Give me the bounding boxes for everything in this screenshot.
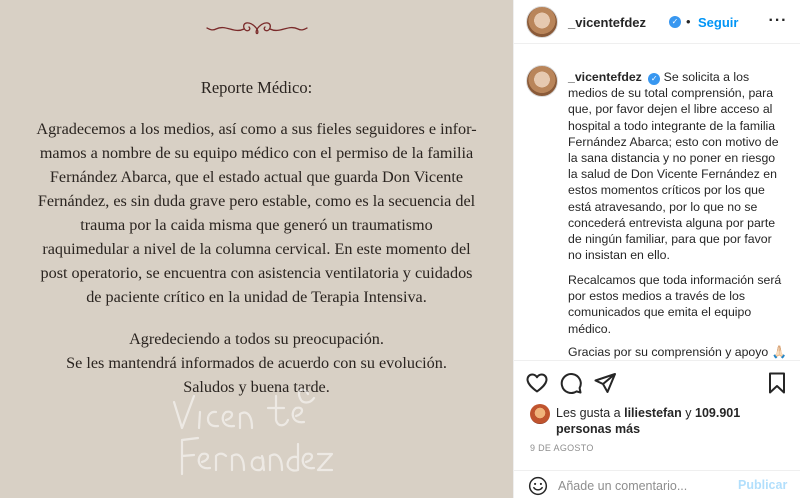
post-header: _vicentefdez ✓ • Seguir ··· [514,0,800,44]
post-sidebar: _vicentefdez ✓ • Seguir ··· _vicentefdez… [513,0,800,498]
letter-body-line: raquimedular a nivel de la columna cervi… [42,240,471,258]
verified-badge-icon: ✓ [669,16,681,28]
caption-verified-badge-icon: ✓ [648,73,661,85]
comment-bar: Publicar [514,470,800,498]
separator-dot: • [686,14,691,29]
likes-prefix: Les gusta a [556,406,625,420]
letter-body-line: Fernández, es sin duda grave pero establ… [37,192,476,210]
caption-username[interactable]: _vicentefdez [568,70,642,84]
likes-middle: y [681,406,692,420]
bookmark-icon[interactable] [765,371,789,395]
caption-paragraph-1: _vicentefdez ✓ Se solicita a los medios … [568,69,782,263]
post-image[interactable]: Reporte Médico: Agradecemos a los medios… [0,0,513,498]
liker-username[interactable]: liliestefan [624,406,682,420]
letter-body-line: mamos a nombre de su equipo médico con e… [39,144,474,162]
more-options-icon[interactable]: ··· [767,12,789,30]
follow-button[interactable]: Seguir [698,15,738,30]
letter-body-line: Agradecemos a los medios, así como a sus… [36,120,477,138]
likes-text: Les gusta a liliestefan y 109.901 person… [556,405,791,437]
letter-body-line: post operatorio, se encuentra con asiste… [40,264,473,282]
comment-input[interactable] [558,477,728,495]
caption-paragraph-3: Gracias por su comprensión y apoyo 🙏🏻 [568,345,787,359]
vicente-fernandez-signature [172,388,334,476]
caption-author-avatar[interactable] [526,65,558,97]
author-avatar[interactable] [526,6,558,38]
liker-avatar[interactable] [530,404,550,424]
likes-row: Les gusta a liliestefan y 109.901 person… [514,402,800,438]
letter-body-line: de paciente crítico en la unidad de Tera… [86,288,427,306]
caption-text-1: Se solicita a los medios de su total com… [568,70,779,263]
letter-closing-line: Se les mantendrá informados de acuerdo c… [66,354,447,372]
caption-area[interactable]: _vicentefdez ✓ Se solicita a los medios … [514,45,800,360]
share-icon[interactable] [593,371,617,395]
letter-closing-line: Agredeciendo a todos su preocupación. [129,330,384,348]
author-username[interactable]: _vicentefdez [568,15,646,30]
comment-icon[interactable] [559,371,583,395]
caption-paragraph-2: Recalcamos que toda información será por… [568,273,782,336]
post-date[interactable]: 9 DE AGOSTO [530,443,594,453]
action-bar [514,360,800,402]
publish-button[interactable]: Publicar [738,478,787,492]
heart-icon[interactable] [525,371,549,395]
emoji-icon[interactable] [528,476,548,496]
letter-body-line: trauma por la caida misma que generó un … [80,216,433,234]
letter-body-line: Fernández Abarca, que el estado actual q… [49,168,464,186]
letter-heading: Reporte Médico: [200,78,313,97]
